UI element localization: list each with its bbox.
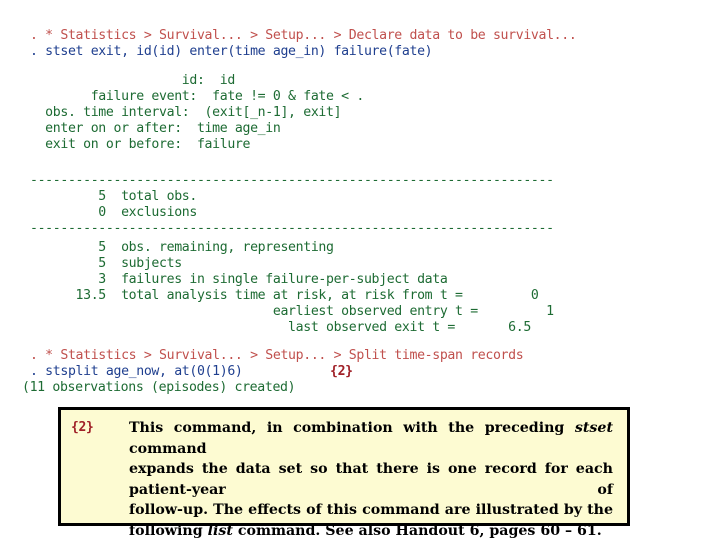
console-line: . * Statistics > Survival... > Setup... … (30, 348, 523, 364)
console-line: last observed exit t = 6.5 (30, 320, 531, 336)
console-line: ----------------------------------------… (30, 173, 554, 189)
console-line: failure event: fate != 0 & fate < . (30, 89, 364, 105)
console-line: (11 observations (episodes) created) (22, 380, 295, 396)
console-line: . stsplit age_now, at(0(1)6) (30, 364, 243, 380)
callout-marker: {2} (71, 420, 119, 435)
callout-span: command. See also Handout 6, pages 60 – … (233, 523, 602, 539)
callout-emphasis: list (208, 523, 233, 539)
callout-text: This command, in combination with the pr… (129, 418, 613, 541)
callout-span: expands the data set so that there is on… (129, 461, 613, 498)
console-line: 5 total obs. (30, 189, 197, 205)
console-line: 5 subjects (30, 256, 182, 272)
callout-emphasis: stset (575, 420, 613, 436)
callout-span: follow-up. The effects of this command a… (129, 502, 613, 518)
console-line: {2} (330, 364, 353, 380)
console-line: id: id (30, 73, 235, 89)
callout-line: This command, in combination with the pr… (129, 418, 613, 459)
console-line: . * Statistics > Survival... > Setup... … (30, 28, 576, 44)
console-line: ----------------------------------------… (30, 221, 554, 237)
console-line: enter on or after: time age_in (30, 121, 280, 137)
callout-span: command (129, 441, 207, 457)
console-line: 13.5 total analysis time at risk, at ris… (30, 288, 539, 304)
callout-span: following (129, 523, 208, 539)
callout-line: following list command. See also Handout… (129, 521, 613, 541)
console-line: 0 exclusions (30, 205, 197, 221)
console-line: 5 obs. remaining, representing (30, 240, 334, 256)
callout-inner: {2} This command, in combination with th… (61, 410, 627, 523)
console-line: obs. time interval: (exit[_n-1], exit] (30, 105, 341, 121)
console-line: . stset exit, id(id) enter(time age_in) … (30, 44, 432, 60)
console-line: earliest observed entry t = 1 (30, 304, 554, 320)
callout-span: This command, in combination with the pr… (129, 420, 575, 436)
callout-line: follow-up. The effects of this command a… (129, 500, 613, 521)
console-line: exit on or before: failure (30, 137, 250, 153)
callout-line: expands the data set so that there is on… (129, 459, 613, 500)
callout-box: {2} This command, in combination with th… (58, 407, 630, 526)
console-line: 3 failures in single failure-per-subject… (30, 272, 447, 288)
